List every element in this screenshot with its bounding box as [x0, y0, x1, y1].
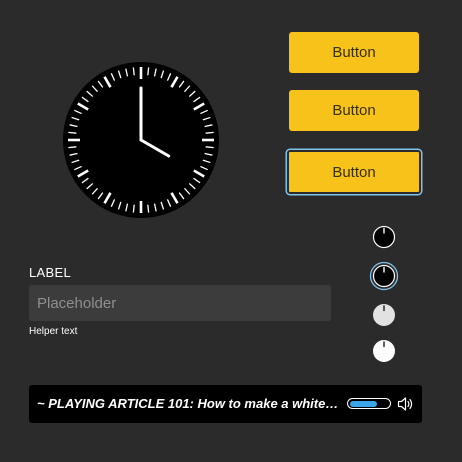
field-label: LABEL [29, 265, 71, 280]
text-input[interactable] [29, 285, 331, 321]
button-primary-1[interactable]: Button [289, 32, 419, 73]
clock-minute-tick [205, 131, 214, 134]
clock-minute-tick [132, 67, 135, 76]
clock-minute-tick [68, 131, 77, 134]
helper-text: Helper text [29, 326, 78, 337]
speaker-icon[interactable] [397, 396, 415, 412]
analog-clock [63, 62, 219, 218]
now-playing-text: ~ PLAYING ARTICLE 101: How to make a whi… [37, 396, 340, 411]
knob-outline[interactable] [372, 225, 396, 249]
clock-minute-tick [205, 146, 214, 149]
progress-fill [349, 400, 377, 407]
clock-minute-tick [68, 146, 77, 149]
clock-minute-tick [147, 204, 150, 213]
knob-filled-white[interactable] [372, 339, 396, 363]
clock-minute-tick [132, 204, 135, 213]
clock-face [63, 62, 219, 218]
clock-minute-tick [147, 67, 150, 76]
button-primary-focused[interactable]: Button [287, 150, 421, 194]
knob-filled-light[interactable] [372, 303, 396, 327]
knob-focused[interactable] [369, 261, 399, 291]
audio-player: ~ PLAYING ARTICLE 101: How to make a whi… [29, 385, 422, 423]
playback-progress[interactable] [347, 398, 391, 409]
button-primary-2[interactable]: Button [289, 90, 419, 131]
